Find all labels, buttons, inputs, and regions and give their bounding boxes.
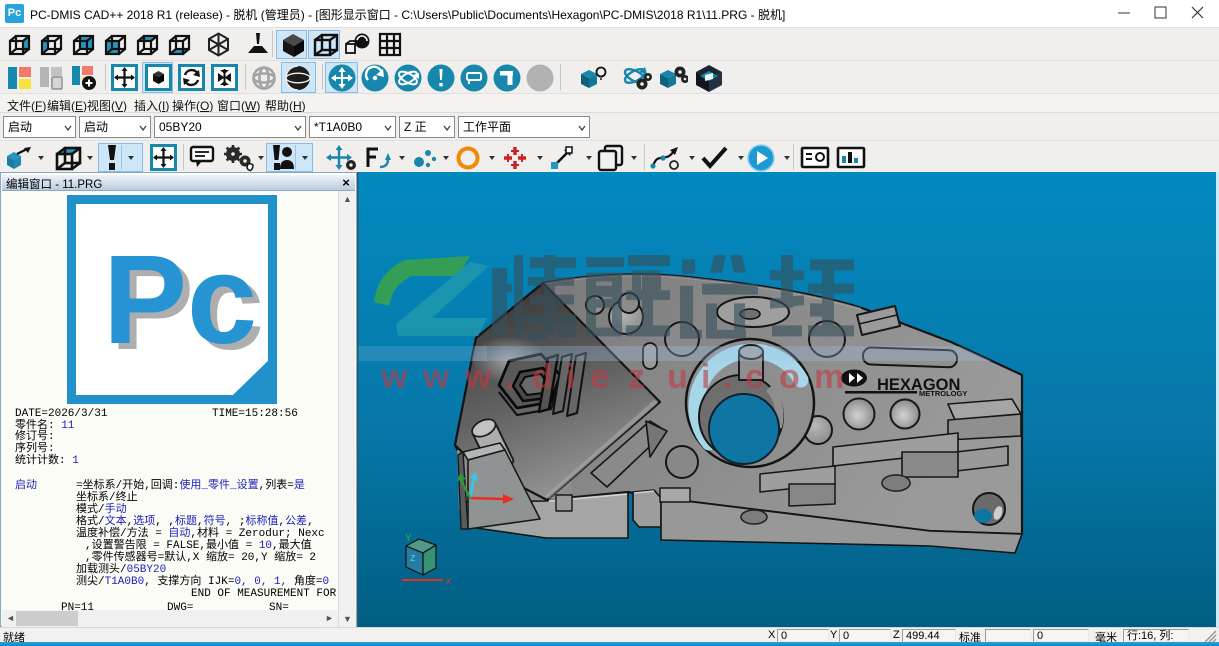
svg-text:.: . (505, 358, 514, 396)
svg-text:o: o (779, 358, 800, 396)
svg-text:c: c (745, 358, 764, 396)
svg-text:i: i (566, 358, 575, 396)
svg-text:METROLOGY: METROLOGY (919, 389, 967, 398)
svg-text:e: e (590, 358, 609, 396)
svg-text:u: u (667, 358, 688, 396)
svg-text:w: w (380, 358, 408, 396)
svg-text:z: z (410, 552, 416, 564)
svg-text:d: d (532, 358, 553, 396)
svg-text:.: . (723, 358, 732, 396)
svg-text:Y: Y (405, 533, 412, 544)
svg-text:w: w (464, 358, 492, 396)
svg-text:z: z (628, 358, 645, 396)
svg-text:x: x (446, 576, 451, 587)
svg-text:m: m (814, 358, 844, 396)
svg-text:i: i (701, 358, 710, 396)
svg-text:w: w (422, 358, 450, 396)
